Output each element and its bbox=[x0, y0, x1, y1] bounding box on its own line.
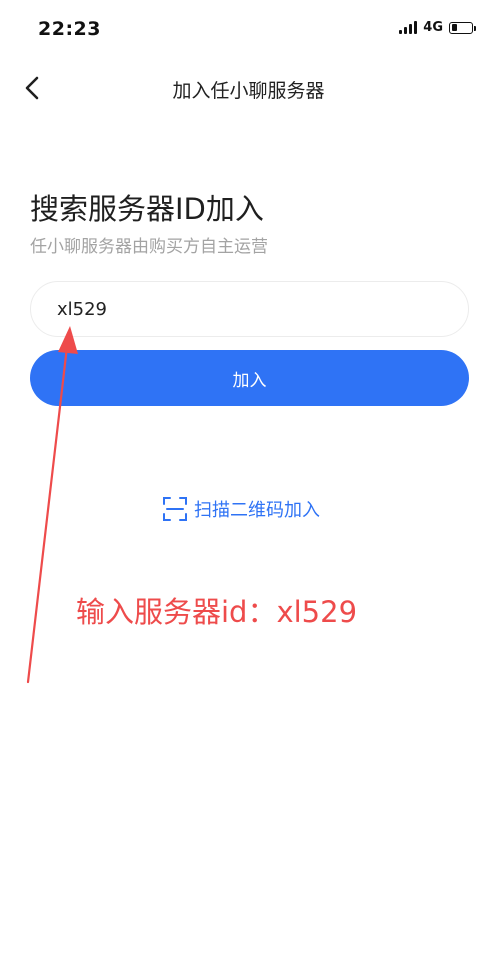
page-title: 加入任小聊服务器 bbox=[172, 80, 325, 102]
section-heading: 搜索服务器ID加入 bbox=[30, 192, 264, 226]
scan-qr-button[interactable]: 扫描二维码加入 bbox=[162, 496, 320, 522]
battery-icon bbox=[449, 21, 476, 34]
status-indicators: 4G bbox=[399, 20, 476, 35]
join-button[interactable]: 加入 bbox=[30, 350, 469, 406]
scan-qr-label: 扫描二维码加入 bbox=[194, 500, 320, 521]
annotation-text: 输入服务器id：xl529 bbox=[76, 595, 358, 629]
status-time: 22:23 bbox=[38, 18, 101, 40]
nav-bar: 加入任小聊服务器 bbox=[0, 60, 497, 116]
network-label: 4G bbox=[423, 20, 443, 35]
app-screen: 22:23 4G 加入任小聊服务器 搜索服务器ID加入 任小聊服务器由购买方自主… bbox=[0, 0, 497, 977]
annotation-arrow bbox=[26, 326, 78, 684]
status-bar: 22:23 4G bbox=[0, 0, 497, 60]
signal-icon bbox=[399, 21, 418, 34]
server-id-input[interactable] bbox=[30, 281, 469, 337]
scan-qr-icon bbox=[163, 497, 187, 521]
section-subtitle: 任小聊服务器由购买方自主运营 bbox=[30, 237, 268, 257]
